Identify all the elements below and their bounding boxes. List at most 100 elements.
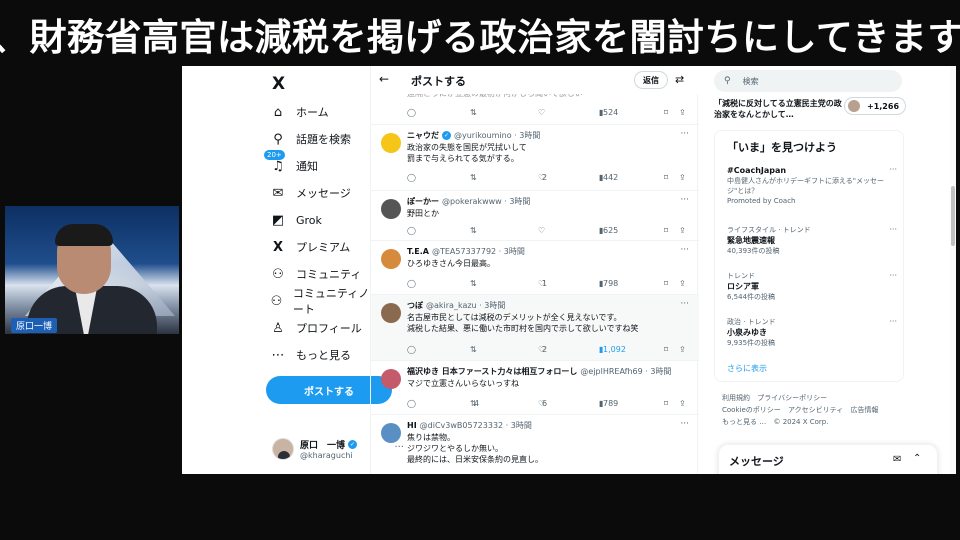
footer-link[interactable]: プライバシーポリシー [757, 394, 827, 402]
x-logo-icon[interactable]: X [272, 74, 285, 94]
reply-icon[interactable]: ◯ [407, 279, 416, 288]
footer-link[interactable]: 広告情報 [850, 406, 878, 414]
like-icon[interactable]: ♡ 1 [538, 279, 547, 288]
trending-post-preview[interactable]: 「減税に反対してる立憲民主党の政治家をなんとかして… +1,266 [714, 96, 907, 120]
reply-sort-button[interactable]: 返信 [634, 71, 668, 89]
more-dots-icon[interactable]: ··· [889, 165, 897, 174]
more-dots-icon[interactable]: ··· [680, 195, 689, 205]
new-message-icon[interactable]: ✉ [893, 454, 901, 465]
share-icon[interactable]: ⇪ [679, 173, 686, 182]
more-dots-icon[interactable]: ··· [680, 419, 689, 429]
retweet-icon[interactable]: ⇅ 4 [470, 399, 479, 408]
more-dots-icon[interactable]: ··· [889, 317, 897, 326]
show-more-link[interactable]: さらに表示 [727, 363, 767, 374]
avatar[interactable] [381, 303, 401, 323]
footer-link[interactable]: 利用規約 [722, 394, 750, 402]
tweet-author[interactable]: T.E.A [407, 247, 429, 256]
footer-link[interactable]: もっと見る … [722, 418, 766, 426]
avatar[interactable] [381, 249, 401, 269]
nav-item-home[interactable]: ⌂ ホーム [270, 102, 329, 122]
tweet[interactable]: つぼ @akira_kazu · 3時間 ··· 名古屋市民としては減税のデメリ… [371, 294, 699, 360]
nav-item-explore[interactable]: ⚲ 話題を検索 [270, 129, 351, 149]
footer-link[interactable]: Cookieのポリシー [722, 406, 781, 414]
avatar[interactable] [381, 133, 401, 153]
reply-icon[interactable]: ◯ [407, 108, 416, 117]
retweet-icon[interactable]: ⇅ [470, 279, 477, 288]
nav-item-grok[interactable]: ◩ Grok [270, 210, 322, 230]
share-icon[interactable]: ⇪ [679, 108, 686, 117]
trend-item[interactable]: 政治 · トレンド 小泉みゆき 9,935件の投稿 ··· [727, 317, 897, 348]
search-input[interactable]: ⚲ 検索 [714, 70, 902, 92]
bookmark-icon[interactable]: ⌑ [664, 345, 668, 354]
footer-links: 利用規約 プライバシーポリシー Cookieのポリシー アクセシビリティ 広告情… [722, 392, 898, 428]
nav-item-communities[interactable]: ⚇ コミュニティ [270, 264, 361, 284]
tweet-author[interactable]: ニャウだ [407, 130, 439, 141]
reply-icon[interactable]: ◯ [407, 226, 416, 235]
views-icon[interactable]: ▮ 625 [599, 226, 618, 235]
views-icon[interactable]: ▮ 789 [599, 399, 618, 408]
retweet-icon[interactable]: ⇅ [470, 173, 477, 182]
footer-link[interactable]: アクセシビリティ [788, 406, 843, 414]
views-icon[interactable]: ▮ 524 [599, 108, 618, 117]
like-icon[interactable]: ♡ 6 [538, 399, 547, 408]
nav-item-messages[interactable]: ✉ メッセージ [270, 183, 351, 203]
share-icon[interactable]: ⇪ [679, 226, 686, 235]
retweet-icon[interactable]: ⇅ [470, 108, 477, 117]
tweet[interactable]: T.E.A @TEA57337792 · 3時間 ··· ひろゆきさん今日最高。… [371, 240, 699, 294]
share-icon[interactable]: ⇪ [679, 345, 686, 354]
more-dots-icon[interactable]: ··· [889, 271, 897, 280]
avatar[interactable] [381, 369, 401, 389]
promoted-label: Promoted by Coach [727, 197, 796, 205]
nav-item-notifications[interactable]: ♫ 20+ 通知 [264, 150, 318, 176]
tweet[interactable]: HI @diCv3wB05723332 · 3時間 ··· 焦りは禁物。 ジワジ… [371, 414, 699, 474]
reply-icon[interactable]: ◯ [407, 345, 416, 354]
reply-icon[interactable]: ◯ [407, 173, 416, 182]
bookmark-icon[interactable]: ⌑ [664, 226, 668, 235]
like-icon[interactable]: ♡ [538, 108, 545, 117]
avatar[interactable] [381, 423, 401, 443]
back-arrow-icon[interactable]: ← [379, 72, 389, 86]
nav-item-premium[interactable]: X プレミアム [270, 237, 350, 257]
trend-item[interactable]: トレンド ロシア軍 6,544件の投稿 ··· [727, 271, 897, 302]
reply-icon[interactable]: ◯ [407, 399, 416, 408]
like-icon[interactable]: ♡ 2 [538, 173, 547, 182]
bookmark-icon[interactable]: ⌑ [664, 173, 668, 182]
tweet-author[interactable]: HI [407, 421, 417, 430]
bookmark-icon[interactable]: ⌑ [664, 108, 668, 117]
like-icon[interactable]: ♡ [538, 226, 545, 235]
retweet-icon[interactable]: ⇅ [470, 226, 477, 235]
tweet-author[interactable]: ぽーかー [407, 196, 439, 207]
tweet[interactable]: ぽーかー @pokerakwww · 3時間 ··· 野田とか ◯ ⇅ ♡ ▮ 6… [371, 190, 699, 240]
tweet[interactable]: ニャウだ ✓ @yurikoumino · 3時間 ··· 政治家の失態を国民が… [371, 124, 699, 190]
share-icon[interactable]: ⇪ [679, 399, 686, 408]
trend-item[interactable]: #CoachJapan 中島健人さんがホリデーギフトに添える"メッセージ"とは？… [727, 165, 897, 206]
views-icon[interactable]: ▮ 798 [599, 279, 618, 288]
tweet[interactable]: 福沢ゆき 日本ファースト力々は相互フォローし @ejplHREAfh69 · 3… [371, 360, 699, 414]
like-icon[interactable]: ♡ 2 [538, 345, 547, 354]
share-icon[interactable]: ⇪ [679, 279, 686, 288]
more-dots-icon[interactable]: ··· [680, 129, 689, 139]
more-dots-icon[interactable]: ··· [889, 225, 897, 234]
nav-item-profile[interactable]: ♙ プロフィール [270, 318, 362, 338]
messages-drawer[interactable]: メッセージ ✉ ⌃ [718, 444, 938, 474]
expand-chevron-icon[interactable]: ⌃ [913, 453, 921, 464]
tweet-author[interactable]: 福沢ゆき 日本ファースト力々は相互フォローし [407, 366, 577, 377]
trending-post-count[interactable]: +1,266 [844, 97, 907, 115]
views-icon[interactable]: ▮ 1,092 [599, 345, 626, 354]
avatar[interactable] [381, 199, 401, 219]
nav-item-more[interactable]: ⋯ もっと見る [270, 345, 352, 365]
views-icon[interactable]: ▮ 442 [599, 173, 618, 182]
retweet-icon[interactable]: ⇅ [470, 345, 477, 354]
bookmark-icon[interactable]: ⌑ [664, 279, 668, 288]
trend-item[interactable]: ライフスタイル · トレンド 緊急地震速報 40,393件の投稿 ··· [727, 225, 897, 256]
trending-post-text: 「減税に反対してる立憲民主党の政治家をなんとかして… [714, 99, 842, 119]
more-dots-icon[interactable]: ··· [680, 299, 689, 309]
scrollbar-thumb[interactable] [951, 186, 955, 246]
nav-item-label: ホーム [296, 106, 329, 119]
nav-item-community-notes[interactable]: ⚇ コミュニティノート [270, 287, 372, 316]
bookmark-icon[interactable]: ⌑ [664, 399, 668, 408]
scrollbar[interactable] [950, 66, 956, 474]
more-dots-icon[interactable]: ··· [680, 245, 689, 255]
tweet-author[interactable]: つぼ [407, 300, 423, 311]
filter-icon[interactable]: ⇄ [675, 73, 684, 86]
